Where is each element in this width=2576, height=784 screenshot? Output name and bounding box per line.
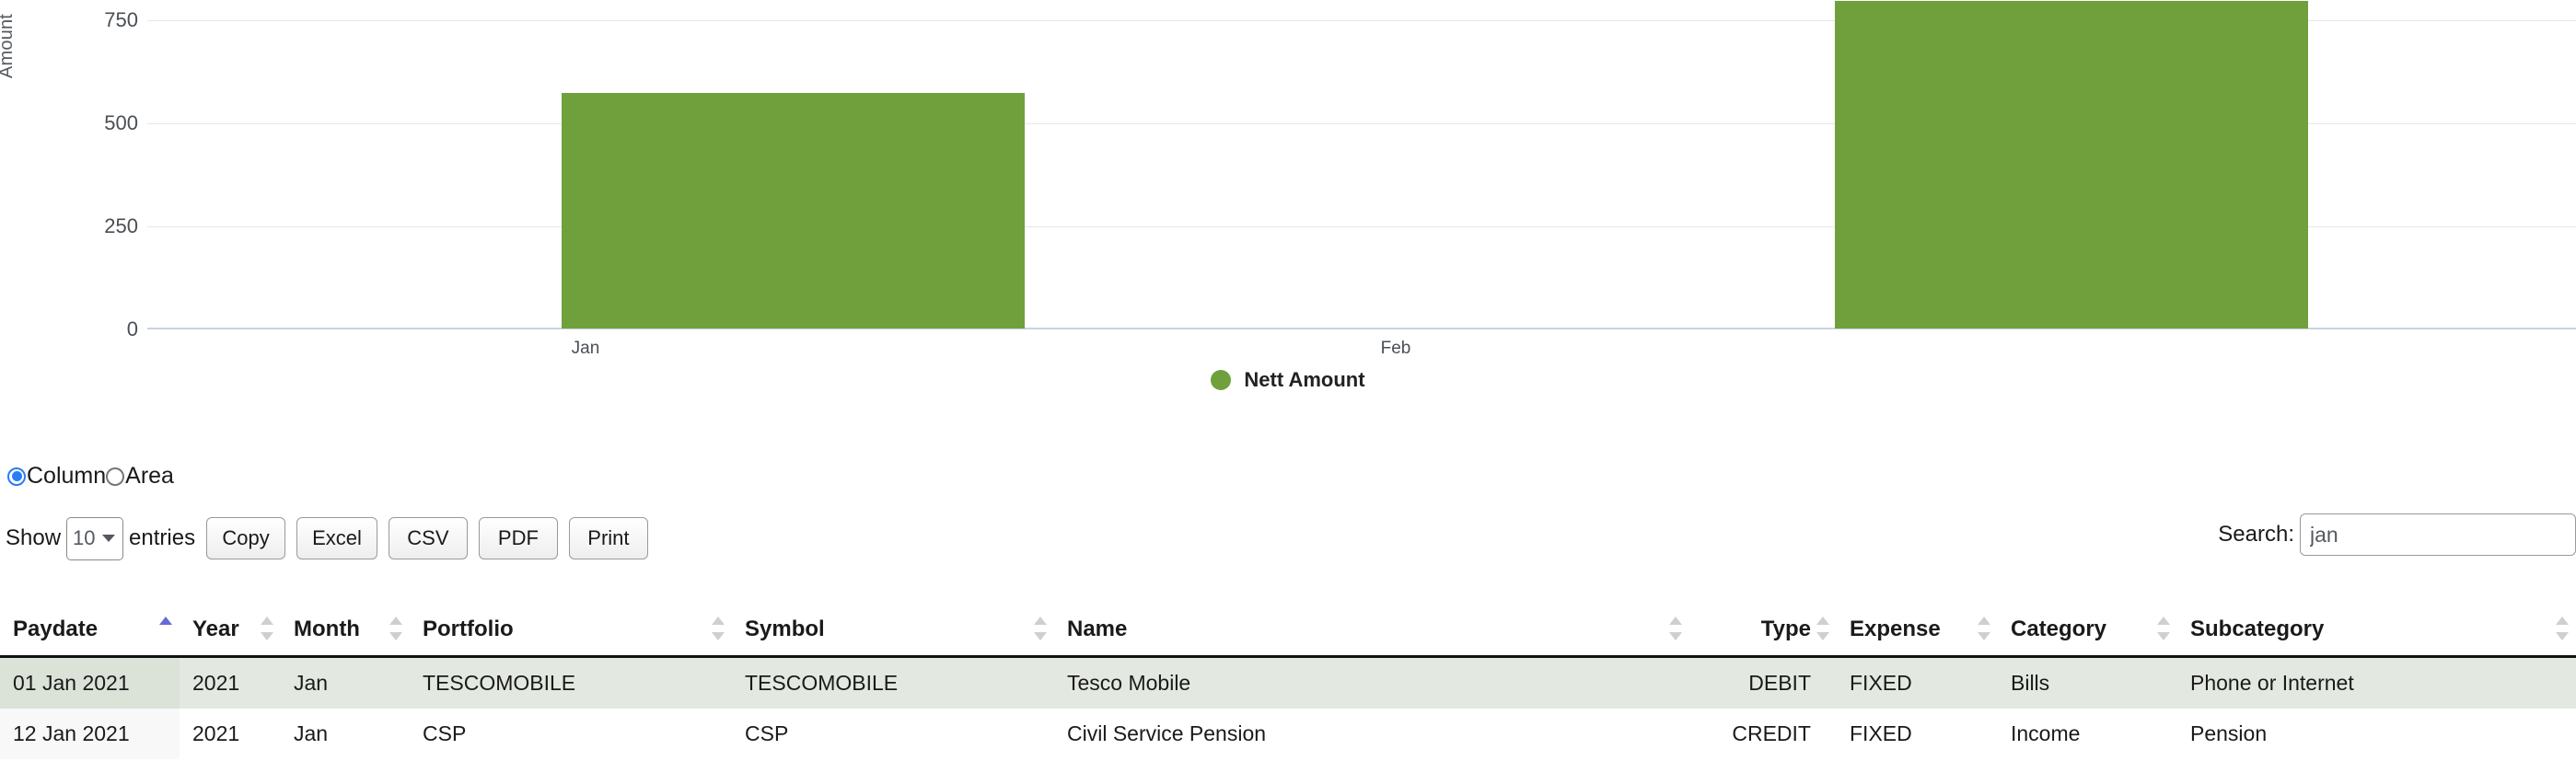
cell-name: Tesco Mobile [1054, 656, 1689, 709]
y-tick-0: 0 [126, 317, 138, 340]
print-button[interactable]: Print [568, 517, 648, 559]
cell-symbol: CSP [732, 709, 1054, 759]
legend-entry-label: Nett Amount [1244, 368, 1365, 391]
radio-column-label: Column [27, 463, 107, 489]
column-header-type[interactable]: Type [1689, 609, 1837, 658]
table-row[interactable]: 01 Jan 2021 2021 Jan TESCOMOBILE TESCOMO… [0, 656, 2576, 709]
bar-jan[interactable] [562, 93, 1025, 329]
column-header-symbol-label: Symbol [745, 617, 825, 641]
copy-button[interactable]: Copy [206, 517, 286, 559]
sort-toggle-icon [1034, 617, 1047, 640]
cell-name: Civil Service Pension [1054, 709, 1689, 759]
column-header-portfolio[interactable]: Portfolio [410, 609, 732, 658]
y-tick-250: 250 [104, 214, 138, 237]
transactions-table: Paydate Year Month Portfolio Symbol Name [0, 609, 2576, 759]
cell-month: Jan [281, 709, 410, 759]
pdf-button[interactable]: PDF [478, 517, 558, 559]
column-header-name[interactable]: Name [1054, 609, 1689, 658]
table-toolbar: Show 10 entries Copy Excel CSV PDF Print… [6, 513, 2576, 563]
y-tick-500: 500 [104, 111, 138, 134]
excel-button[interactable]: Excel [296, 517, 377, 559]
cell-paydate: 01 Jan 2021 [0, 656, 180, 709]
radio-option-column[interactable]: Column [7, 463, 106, 490]
cell-subcategory: Phone or Internet [2177, 656, 2576, 709]
radio-column-indicator[interactable] [7, 467, 26, 486]
table-header-row: Paydate Year Month Portfolio Symbol Name [0, 609, 2576, 658]
sort-ascending-icon [159, 617, 172, 640]
column-header-paydate-label: Paydate [13, 617, 99, 641]
cell-year: 2021 [180, 656, 281, 709]
cell-category: Bills [1998, 656, 2177, 709]
x-tick-label-feb: Feb [1380, 339, 1411, 358]
search-area: Search: [2218, 513, 2576, 556]
sort-toggle-icon [712, 617, 725, 640]
chart-type-toggle[interactable]: Column Area [7, 463, 174, 490]
column-header-year-label: Year [192, 617, 239, 641]
cell-type: DEBIT [1689, 656, 1837, 709]
chevron-down-icon [102, 535, 116, 542]
cell-expense: FIXED [1837, 656, 1998, 709]
cell-portfolio: CSP [410, 709, 732, 759]
column-header-expense-label: Expense [1850, 617, 1941, 641]
sort-toggle-icon [261, 617, 273, 640]
bar-feb[interactable] [1835, 1, 2308, 329]
search-label: Search: [2218, 522, 2294, 547]
entries-label: entries [129, 525, 196, 550]
column-header-month-label: Month [294, 617, 360, 641]
plot-area: Jan Feb [147, 0, 2576, 358]
cell-expense: FIXED [1837, 709, 1998, 759]
sort-toggle-icon [1669, 617, 1682, 640]
column-header-category-label: Category [2011, 617, 2107, 641]
column-header-subcategory-label: Subcategory [2190, 617, 2325, 641]
sort-toggle-icon [1978, 617, 1990, 640]
column-header-paydate[interactable]: Paydate [0, 609, 180, 658]
sort-toggle-icon [2556, 617, 2569, 640]
sort-toggle-icon [1816, 617, 1829, 640]
cell-year: 2021 [180, 709, 281, 759]
sort-toggle-icon [2157, 617, 2170, 640]
column-header-subcategory[interactable]: Subcategory [2177, 609, 2576, 658]
cell-category: Income [1998, 709, 2177, 759]
search-input[interactable] [2300, 513, 2576, 556]
csv-button[interactable]: CSV [388, 517, 468, 559]
cell-portfolio: TESCOMOBILE [410, 656, 732, 709]
column-header-name-label: Name [1067, 617, 1128, 641]
show-label: Show [6, 525, 62, 550]
cell-type: CREDIT [1689, 709, 1837, 759]
column-header-year[interactable]: Year [180, 609, 281, 658]
nett-amount-chart: Amount 750 500 250 0 Jan Feb Nett Amount [0, 0, 2576, 405]
chart-legend[interactable]: Nett Amount [0, 368, 2576, 392]
y-tick-750: 750 [104, 8, 138, 31]
column-header-month[interactable]: Month [281, 609, 410, 658]
column-header-expense[interactable]: Expense [1837, 609, 1998, 658]
cell-month: Jan [281, 656, 410, 709]
cell-paydate: 12 Jan 2021 [0, 709, 180, 759]
table-row[interactable]: 12 Jan 2021 2021 Jan CSP CSP Civil Servi… [0, 709, 2576, 759]
y-axis-ticks: 750 500 250 0 [0, 0, 138, 368]
radio-area-indicator[interactable] [106, 467, 125, 486]
entries-per-page-select[interactable]: 10 [66, 516, 124, 560]
x-tick-label-jan: Jan [571, 339, 600, 358]
radio-option-area[interactable]: Area [106, 463, 174, 490]
cell-subcategory: Pension [2177, 709, 2576, 759]
radio-area-label: Area [125, 463, 174, 489]
column-header-category[interactable]: Category [1998, 609, 2177, 658]
legend-color-dot [1211, 370, 1232, 390]
column-header-type-label: Type [1760, 617, 1811, 641]
cell-symbol: TESCOMOBILE [732, 656, 1054, 709]
column-header-symbol[interactable]: Symbol [732, 609, 1054, 658]
entries-per-page-value: 10 [73, 526, 96, 549]
column-header-portfolio-label: Portfolio [423, 617, 514, 641]
sort-toggle-icon [389, 617, 402, 640]
